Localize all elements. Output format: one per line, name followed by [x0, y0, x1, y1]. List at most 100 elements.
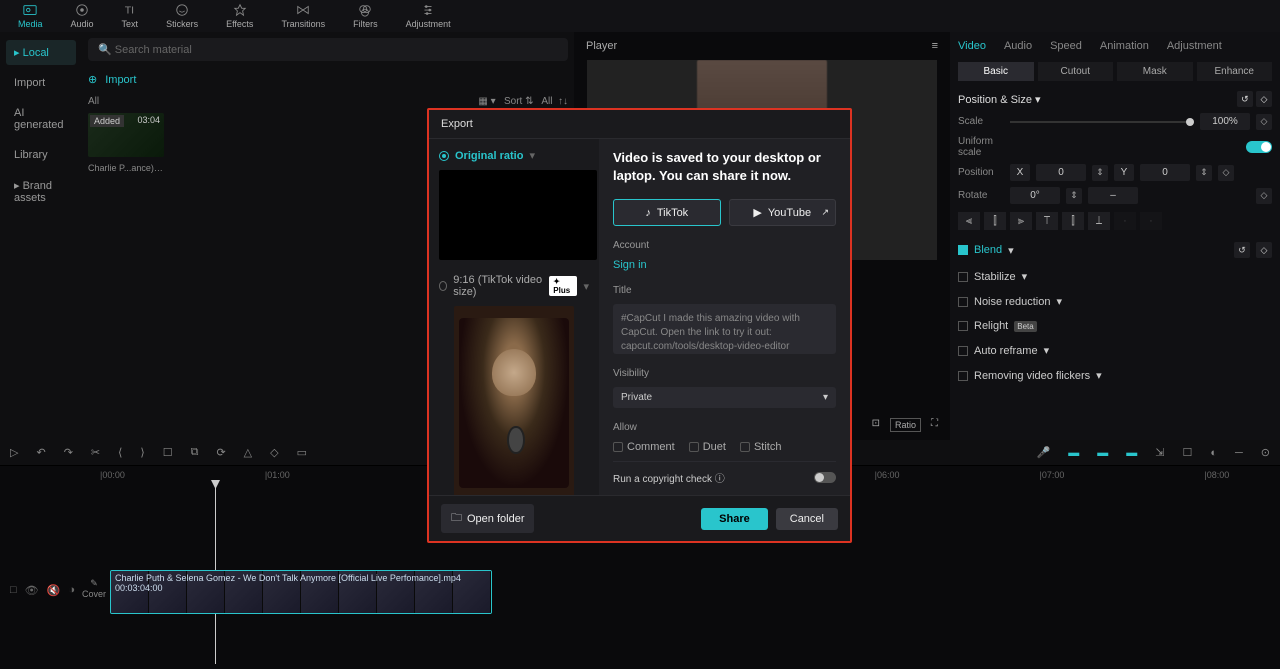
sidebar-brand[interactable]: ▸ Brand assets	[6, 173, 76, 210]
sidebar-ai[interactable]: AI generated	[6, 101, 76, 137]
share-tiktok-button[interactable]: ♪TikTok	[613, 199, 721, 226]
tool-stickers[interactable]: Stickers	[166, 3, 198, 29]
view-grid-icon[interactable]: ▦ ▾	[478, 96, 495, 107]
zoom-icon[interactable]: ⊙	[1261, 446, 1270, 459]
copyright-toggle[interactable]	[814, 472, 836, 483]
ratio-button[interactable]: Ratio	[890, 418, 921, 432]
uniform-toggle[interactable]	[1246, 141, 1272, 153]
tl-icon-b[interactable]: ☐	[1182, 446, 1192, 459]
ratio-original-radio[interactable]: Original ratio ▾	[439, 149, 589, 162]
mirror-icon[interactable]: ⟳	[216, 446, 225, 459]
cancel-button[interactable]: Cancel	[776, 508, 838, 530]
rotate-kf-icon[interactable]: ◇	[1256, 188, 1272, 204]
scale-kf-icon[interactable]: ◇	[1256, 114, 1272, 130]
tool-media[interactable]: Media	[18, 3, 43, 29]
allow-comment-checkbox[interactable]: Comment	[613, 441, 675, 453]
subtab-cutout[interactable]: Cutout	[1038, 62, 1114, 81]
blend-section[interactable]: Blend ▾↺ ◇	[958, 242, 1272, 258]
allow-duet-checkbox[interactable]: Duet	[689, 441, 726, 453]
info-icon[interactable]: ⓘ	[715, 474, 725, 485]
mute-icon[interactable]: 🔇	[47, 584, 61, 597]
tl-btn2[interactable]: ▬	[1097, 447, 1108, 459]
tool-adjustment[interactable]: Adjustment	[406, 3, 451, 29]
ratio-916-radio[interactable]: 9:16 (TikTok video size) ✦ Plus ▾	[439, 274, 589, 298]
subtab-mask[interactable]: Mask	[1117, 62, 1193, 81]
crop-icon[interactable]: ▭	[297, 446, 307, 459]
trim-right-icon[interactable]: ⟩	[140, 446, 144, 459]
select-tool-icon[interactable]: ▷	[10, 446, 18, 459]
sidebar-local[interactable]: ▸ Local	[6, 40, 76, 65]
sidebar-library[interactable]: Library	[6, 143, 76, 167]
sort-dir-icon[interactable]: ↑↓	[558, 96, 568, 107]
tl-btn3[interactable]: ▬	[1126, 447, 1137, 459]
warning-icon[interactable]: △	[244, 446, 252, 459]
compare-icon[interactable]: ⊡	[872, 418, 880, 432]
reframe-section[interactable]: Auto reframe ▾	[958, 344, 1272, 357]
fullscreen-icon[interactable]: ⛶	[931, 418, 938, 432]
marker-icon[interactable]: ◇	[270, 446, 278, 459]
copyright-label: Run a copyright check ⓘ	[613, 470, 725, 485]
stabilize-section[interactable]: Stabilize ▾	[958, 270, 1272, 283]
visibility-select[interactable]: Private▾	[613, 387, 836, 408]
tool-effects[interactable]: Effects	[226, 3, 253, 29]
align-right-icon[interactable]: ⫸	[1010, 212, 1032, 230]
mic-icon[interactable]: 🎤	[1037, 446, 1051, 459]
player-menu-icon[interactable]: ≡	[932, 40, 938, 52]
trim-left-icon[interactable]: ⟨	[118, 446, 122, 459]
tl-icon-d[interactable]: ─	[1235, 447, 1243, 459]
hide-icon[interactable]: ◑	[68, 584, 75, 597]
align-vcenter-icon[interactable]: ⫿	[1062, 212, 1084, 230]
scale-slider[interactable]	[1010, 121, 1194, 123]
tool-transitions[interactable]: Transitions	[281, 3, 325, 29]
align-top-icon[interactable]: ⟙	[1036, 212, 1058, 230]
tool-audio[interactable]: Audio	[71, 3, 94, 29]
flicker-section[interactable]: Removing video flickers ▾	[958, 369, 1272, 382]
sort-all[interactable]: All	[541, 96, 552, 107]
media-filter-all[interactable]: All	[88, 96, 99, 107]
allow-stitch-checkbox[interactable]: Stitch	[740, 441, 782, 453]
title-input[interactable]: #CapCut I made this amazing video with C…	[613, 304, 836, 354]
rotate-value[interactable]: 0°	[1010, 187, 1060, 204]
eye-icon[interactable]: 👁	[25, 584, 39, 597]
tl-btn1[interactable]: ▬	[1068, 447, 1079, 459]
signin-link[interactable]: Sign in	[613, 259, 836, 271]
search-input[interactable]: 🔍 Search material	[88, 38, 568, 61]
redo-icon[interactable]: ↷	[64, 446, 73, 459]
undo-icon[interactable]: ↶	[36, 446, 45, 459]
delete-icon[interactable]: ☐	[163, 446, 173, 459]
sort-button[interactable]: Sort ⇅	[504, 96, 534, 107]
cover-button[interactable]: ✎Cover	[82, 578, 106, 599]
open-folder-button[interactable]: 🗀Open folder	[441, 504, 534, 533]
tab-speed[interactable]: Speed	[1050, 40, 1082, 52]
scale-value[interactable]: 100%	[1200, 113, 1250, 130]
noise-section[interactable]: Noise reduction ▾	[958, 295, 1272, 308]
rotate-extra[interactable]: –	[1088, 187, 1138, 204]
subtab-enhance[interactable]: Enhance	[1197, 62, 1273, 81]
share-youtube-button[interactable]: ▶YouTube↗	[729, 199, 837, 226]
tab-animation[interactable]: Animation	[1100, 40, 1149, 52]
reset-icon[interactable]: ↺	[1237, 91, 1253, 107]
align-bottom-icon[interactable]: ⟘	[1088, 212, 1110, 230]
pos-y[interactable]: 0	[1140, 164, 1190, 181]
subtab-basic[interactable]: Basic	[958, 62, 1034, 81]
tool-text[interactable]: TIText	[122, 3, 139, 29]
sidebar-import[interactable]: Import	[6, 71, 76, 95]
align-left-icon[interactable]: ⫷	[958, 212, 980, 230]
tool-filters[interactable]: Filters	[353, 3, 378, 29]
pos-kf-icon[interactable]: ◇	[1218, 165, 1234, 181]
tab-video[interactable]: Video	[958, 40, 986, 52]
pos-x[interactable]: 0	[1036, 164, 1086, 181]
relight-section[interactable]: Relight Beta	[958, 320, 1272, 332]
share-button[interactable]: Share	[701, 508, 768, 530]
tab-audio[interactable]: Audio	[1004, 40, 1032, 52]
tl-icon-a[interactable]: ⇲	[1155, 446, 1164, 459]
lock-icon[interactable]: □	[10, 584, 17, 597]
tab-adjustment[interactable]: Adjustment	[1167, 40, 1222, 52]
import-button[interactable]: ⊕ Import	[88, 69, 568, 90]
tl-icon-c[interactable]: ◐	[1210, 447, 1217, 459]
keyframe-icon[interactable]: ◇	[1256, 91, 1272, 107]
split-icon[interactable]: ✂	[91, 446, 100, 459]
video-clip[interactable]: Charlie Puth & Selena Gomez - We Don't T…	[110, 570, 492, 614]
align-hcenter-icon[interactable]: ⫿	[984, 212, 1006, 230]
copy-icon[interactable]: ⧉	[191, 446, 199, 459]
